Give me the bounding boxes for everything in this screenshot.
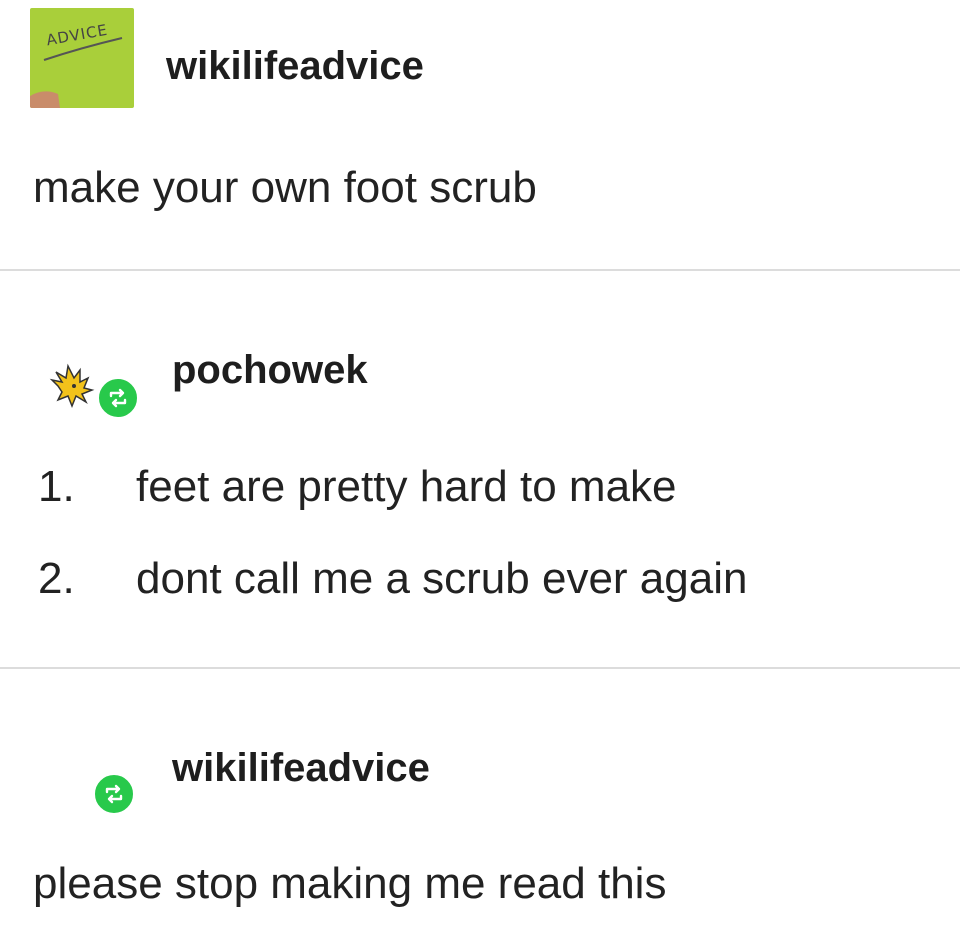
advice-note-icon	[30, 37, 123, 108]
post-username[interactable]: wikilifeadvice	[166, 46, 424, 86]
list-item-text: feet are pretty hard to make	[136, 462, 677, 511]
post-body: make your own foot scrub	[33, 163, 537, 212]
advice-avatar[interactable]: ADVICE	[30, 8, 134, 108]
reblog-icon	[105, 784, 123, 804]
original-post: ADVICE wikilifeadvice make your own foot…	[0, 0, 960, 270]
reblog-icon	[109, 388, 127, 408]
list-number: 2.	[38, 554, 75, 603]
post-body: please stop making me read this	[33, 859, 667, 908]
post-username[interactable]: pochowek	[172, 350, 368, 390]
reblog-badge	[96, 376, 140, 420]
reblog-badge	[92, 772, 136, 816]
reblog-post: pochowek 1. feet are pretty hard to make…	[0, 272, 960, 668]
post-username[interactable]: wikilifeadvice	[172, 748, 430, 788]
post-divider	[0, 667, 960, 669]
reblog-post: wikilifeadvice please stop making me rea…	[0, 670, 960, 929]
list-item-text: dont call me a scrub ever again	[136, 554, 748, 603]
list-number: 1.	[38, 462, 75, 511]
post-divider	[0, 269, 960, 271]
